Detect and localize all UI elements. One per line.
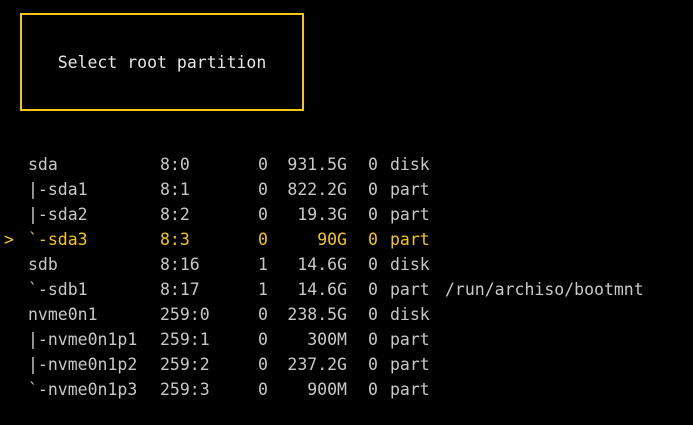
partition-size: 237.2G bbox=[287, 355, 347, 374]
partition-type: disk bbox=[390, 155, 430, 174]
partition-readonly: 0 bbox=[368, 205, 378, 224]
partition-majmin: 259:3 bbox=[160, 380, 210, 399]
partition-removable: 0 bbox=[258, 355, 268, 374]
partition-majmin: 8:0 bbox=[160, 155, 190, 174]
partition-readonly: 0 bbox=[368, 380, 378, 399]
partition-type: part bbox=[390, 355, 430, 374]
partition-removable: 0 bbox=[258, 330, 268, 349]
partition-removable: 1 bbox=[258, 255, 268, 274]
partition-mountpoint: /run/archiso/bootmnt bbox=[445, 280, 644, 299]
partition-size: 931.5G bbox=[287, 155, 347, 174]
selection-cursor: > bbox=[4, 230, 14, 249]
partition-removable: 0 bbox=[258, 305, 268, 324]
partition-name: |-sda1 bbox=[28, 180, 88, 199]
partition-name: `-sda3 bbox=[28, 230, 88, 249]
partition-majmin: 259:1 bbox=[160, 330, 210, 349]
partition-readonly: 0 bbox=[368, 255, 378, 274]
partition-size: 300M bbox=[307, 330, 347, 349]
partition-size: 238.5G bbox=[287, 305, 347, 324]
partition-removable: 0 bbox=[258, 180, 268, 199]
partition-readonly: 0 bbox=[368, 180, 378, 199]
partition-readonly: 0 bbox=[368, 280, 378, 299]
partition-removable: 0 bbox=[258, 205, 268, 224]
prompt-title-box: Select root partition bbox=[20, 13, 304, 111]
partition-removable: 1 bbox=[258, 280, 268, 299]
partition-majmin: 8:2 bbox=[160, 205, 190, 224]
partition-readonly: 0 bbox=[368, 355, 378, 374]
partition-size: 19.3G bbox=[297, 205, 347, 224]
partition-name: |-nvme0n1p1 bbox=[28, 330, 138, 349]
partition-size: 14.6G bbox=[297, 280, 347, 299]
partition-type: part bbox=[390, 380, 430, 399]
partition-size: 900M bbox=[307, 380, 347, 399]
partition-name: sda bbox=[28, 155, 58, 174]
partition-type: part bbox=[390, 205, 430, 224]
partition-majmin: 259:0 bbox=[160, 305, 210, 324]
partition-name: sdb bbox=[28, 255, 58, 274]
partition-type: part bbox=[390, 330, 430, 349]
partition-majmin: 8:1 bbox=[160, 180, 190, 199]
partition-type: part bbox=[390, 230, 430, 249]
partition-readonly: 0 bbox=[368, 330, 378, 349]
prompt-title: Select root partition bbox=[57, 52, 267, 72]
partition-removable: 0 bbox=[258, 380, 268, 399]
partition-name: |-nvme0n1p2 bbox=[28, 355, 138, 374]
partition-size: 14.6G bbox=[297, 255, 347, 274]
partition-type: part bbox=[390, 280, 430, 299]
partition-readonly: 0 bbox=[368, 155, 378, 174]
partition-name: |-sda2 bbox=[28, 205, 88, 224]
partition-type: part bbox=[390, 180, 430, 199]
partition-name: `-nvme0n1p3 bbox=[28, 380, 138, 399]
partition-size: 822.2G bbox=[287, 180, 347, 199]
partition-name: `-sdb1 bbox=[28, 280, 88, 299]
partition-majmin: 8:3 bbox=[160, 230, 190, 249]
partition-majmin: 8:17 bbox=[160, 280, 200, 299]
partition-removable: 0 bbox=[258, 155, 268, 174]
partition-removable: 0 bbox=[258, 230, 268, 249]
partition-readonly: 0 bbox=[368, 230, 378, 249]
partition-size: 90G bbox=[317, 230, 347, 249]
partition-type: disk bbox=[390, 255, 430, 274]
partition-name: nvme0n1 bbox=[28, 305, 98, 324]
partition-majmin: 259:2 bbox=[160, 355, 210, 374]
partition-readonly: 0 bbox=[368, 305, 378, 324]
partition-majmin: 8:16 bbox=[160, 255, 200, 274]
partition-type: disk bbox=[390, 305, 430, 324]
